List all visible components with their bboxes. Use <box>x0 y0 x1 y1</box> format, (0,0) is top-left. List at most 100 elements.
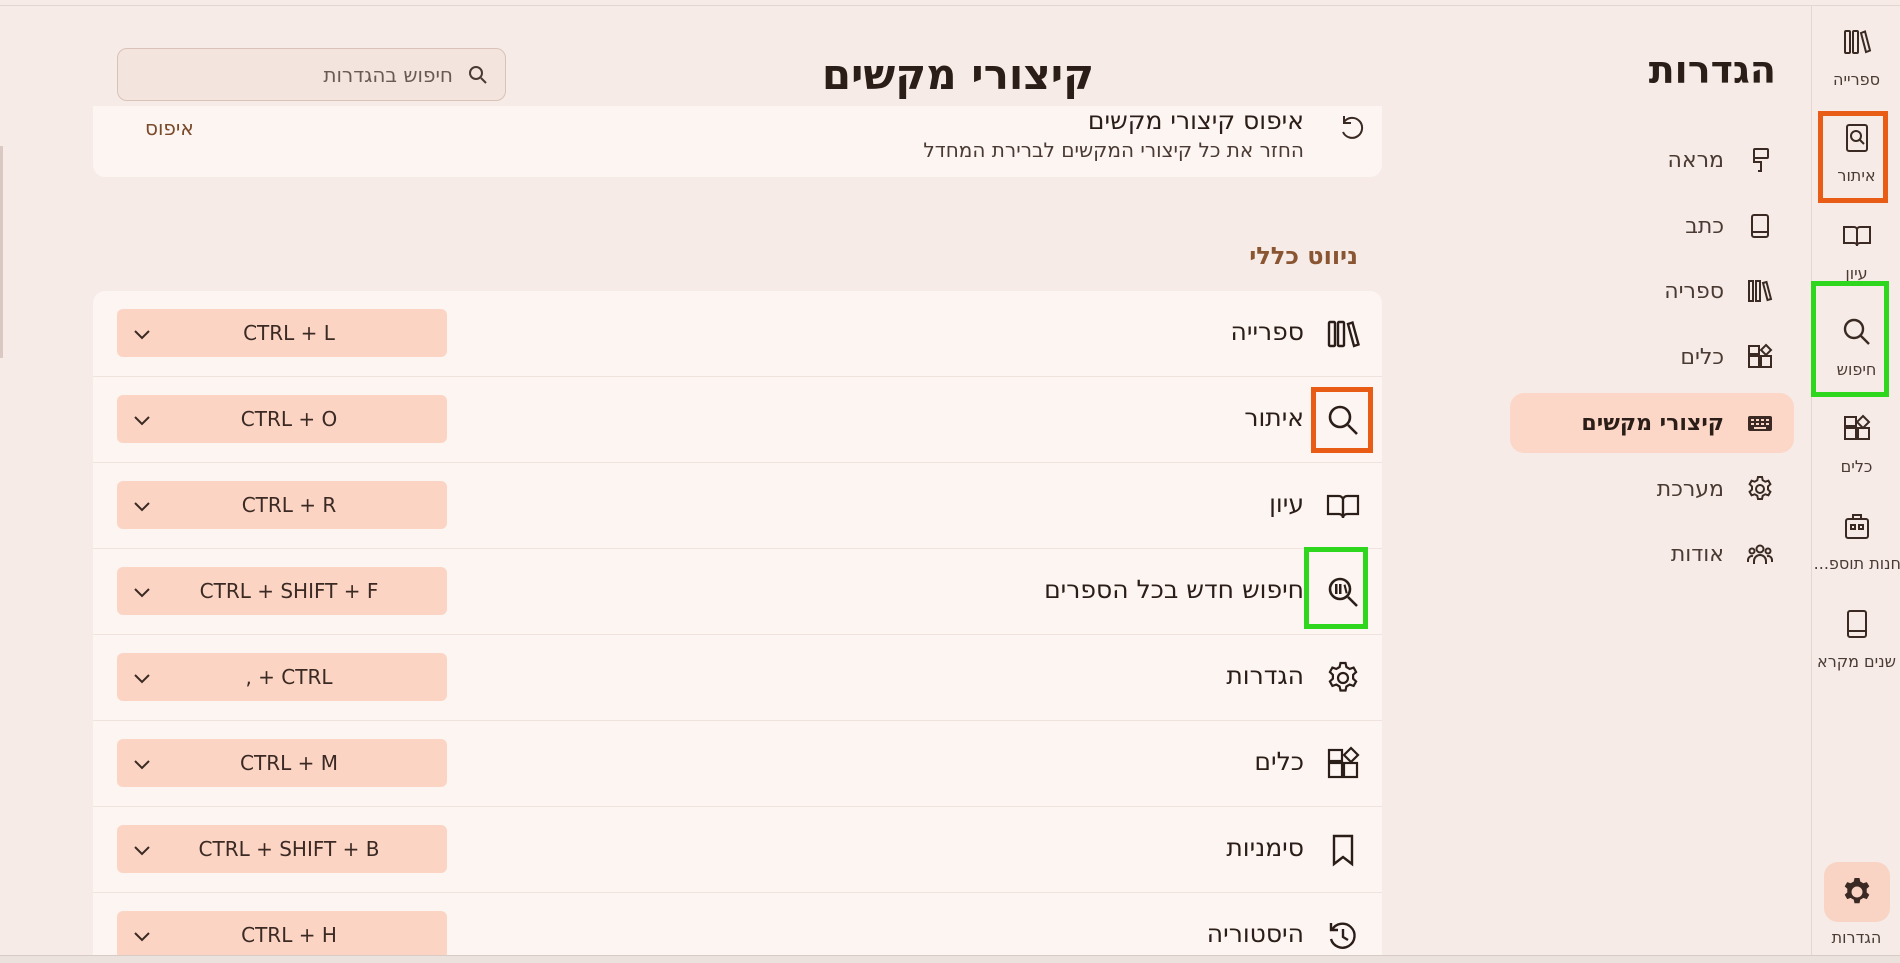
settings-search-input[interactable] <box>153 62 453 87</box>
shortcut-row: ספרייה CTRL + L <box>93 291 1382 377</box>
section-title: ניווט כללי <box>1249 242 1358 270</box>
settings-nav-label: כלים <box>1680 344 1724 370</box>
rail-item-mikra[interactable]: שנים מקרא <box>1812 588 1900 678</box>
shortcut-keys: CTRL + O <box>240 407 338 431</box>
chevron-down-icon <box>134 932 150 942</box>
settings-nav-item-appearance[interactable]: מראה <box>1510 130 1794 190</box>
gear-icon <box>1748 476 1772 500</box>
settings-nav-item-library[interactable]: ספריה <box>1510 261 1794 321</box>
history-icon <box>1329 922 1356 949</box>
keyboard-icon <box>1748 416 1772 431</box>
shortcut-label: היסטוריה <box>1206 919 1304 948</box>
rail-settings-button[interactable] <box>1824 862 1890 922</box>
settings-nav-item-system[interactable]: מערכת <box>1510 459 1794 519</box>
library-icon <box>1748 280 1773 302</box>
shortcut-row: איתור CTRL + O <box>93 377 1382 463</box>
settings-nav-label: מערכת <box>1656 476 1724 502</box>
rail-item-label: ספרייה <box>1832 70 1880 89</box>
find-book-icon <box>1845 124 1868 152</box>
shortcut-label: עיון <box>1269 489 1304 518</box>
settings-nav-label: מראה <box>1667 147 1724 173</box>
shortcut-label: הגדרות <box>1226 661 1304 690</box>
shortcut-label: ספרייה <box>1230 317 1304 346</box>
chevron-down-icon <box>134 502 150 512</box>
shortcut-keys: CTRL + R <box>241 493 337 517</box>
search-icon <box>469 65 487 84</box>
shortcut-row: הגדרות , + CTRL <box>93 635 1382 721</box>
search-icon <box>1843 318 1870 345</box>
rail-item-library[interactable]: ספרייה <box>1812 6 1900 96</box>
rail-item-search[interactable]: חיפוש <box>1812 296 1900 386</box>
people-icon <box>1747 544 1773 564</box>
book-icon <box>1751 214 1769 238</box>
shortcut-row: סימניות CTRL + SHIFT + B <box>93 807 1382 893</box>
shortcut-key-dropdown[interactable]: CTRL + H <box>117 911 447 955</box>
shortcut-row: כלים CTRL + M <box>93 721 1382 807</box>
shortcut-keys: CTRL + L <box>243 321 335 345</box>
settings-search-box[interactable] <box>117 48 506 101</box>
shortcut-keys: CTRL + M <box>240 751 338 775</box>
page-title: קיצורי מקשים <box>821 50 1094 99</box>
settings-nav-item-shortcuts[interactable]: קיצורי מקשים <box>1510 393 1794 453</box>
settings-nav-item-about[interactable]: אודות <box>1510 524 1794 584</box>
shortcut-keys: CTRL + H <box>241 923 337 947</box>
rail-item-tools[interactable]: כלים <box>1812 393 1900 483</box>
paint-brush-icon <box>1753 148 1769 172</box>
shortcut-key-dropdown[interactable]: CTRL + O <box>117 395 447 443</box>
tools-icon <box>1327 746 1360 779</box>
bookmark-icon <box>1332 834 1354 867</box>
shortcut-keys: , + CTRL <box>245 665 333 689</box>
store-icon <box>1844 514 1869 539</box>
shortcut-label: כלים <box>1254 747 1304 776</box>
rail-item-label: כלים <box>1840 457 1873 476</box>
settings-nav-label: כתב <box>1685 213 1724 239</box>
rail-item-label: שנים מקרא <box>1817 652 1896 671</box>
settings-nav-item-font[interactable]: כתב <box>1510 196 1794 256</box>
rail-item-label: חיפוש <box>1836 360 1877 379</box>
chevron-down-icon <box>134 760 150 770</box>
reset-shortcuts-card: איפוס קיצורי מקשים החזר את כל קיצורי המק… <box>93 106 1382 177</box>
rail-item-store[interactable]: חנות תוספ... <box>1812 490 1900 580</box>
rail-item-read[interactable]: עיון <box>1812 200 1900 290</box>
reset-shortcuts-title: איפוס קיצורי מקשים <box>1087 106 1304 135</box>
gear-icon <box>1844 878 1870 904</box>
shortcut-key-dropdown[interactable]: CTRL + SHIFT + F <box>117 567 447 615</box>
shortcut-key-dropdown[interactable]: CTRL + R <box>117 481 447 529</box>
settings-nav-item-tools[interactable]: כלים <box>1510 327 1794 387</box>
settings-nav-label: ספריה <box>1664 278 1724 304</box>
tools-icon <box>1748 343 1773 368</box>
open-book-icon <box>1842 226 1871 247</box>
rail-settings-label: הגדרות <box>1831 928 1882 947</box>
shortcut-keys: CTRL + SHIFT + F <box>199 579 379 603</box>
book-icon <box>1846 610 1867 638</box>
window-top-edge <box>0 0 1900 6</box>
search-all-books-icon <box>1328 577 1358 607</box>
rail-item-find[interactable]: איתור <box>1812 102 1900 192</box>
shortcut-keys: CTRL + SHIFT + B <box>198 837 380 861</box>
shortcut-key-dropdown[interactable]: CTRL + SHIFT + B <box>117 825 447 873</box>
reset-shortcuts-subtitle: החזר את כל קיצורי המקשים לברירת המחדל <box>923 138 1304 162</box>
shortcut-row: עיון CTRL + R <box>93 463 1382 549</box>
shortcut-key-dropdown[interactable]: CTRL + L <box>117 309 447 357</box>
rail-item-label: עיון <box>1845 264 1868 283</box>
shortcut-list: ספרייה CTRL + L איתור CTRL + O עיון CTRL… <box>93 291 1382 955</box>
shortcut-key-dropdown[interactable]: , + CTRL <box>117 653 447 701</box>
shortcut-row: היסטוריה CTRL + H <box>93 893 1382 955</box>
settings-nav-title: הגדרות <box>1648 48 1776 92</box>
settings-nav-label: אודות <box>1670 541 1724 567</box>
chevron-down-icon <box>134 588 150 598</box>
shortcut-row: חיפוש חדש בכל הספרים CTRL + SHIFT + F <box>93 549 1382 635</box>
chevron-down-icon <box>134 330 150 340</box>
gear-icon <box>1328 661 1358 692</box>
open-book-icon <box>1326 494 1360 519</box>
shortcut-label: חיפוש חדש בכל הספרים <box>1044 575 1304 604</box>
shortcut-label: איתור <box>1244 403 1304 432</box>
rail-item-label: חנות תוספ... <box>1813 554 1900 573</box>
reset-button[interactable]: איפוס <box>145 116 194 140</box>
shortcut-key-dropdown[interactable]: CTRL + M <box>117 739 447 787</box>
search-icon <box>1328 405 1358 435</box>
shortcut-label: סימניות <box>1226 833 1304 862</box>
rail-item-label: איתור <box>1837 166 1876 185</box>
chevron-down-icon <box>134 674 150 684</box>
library-icon <box>1843 30 1871 54</box>
